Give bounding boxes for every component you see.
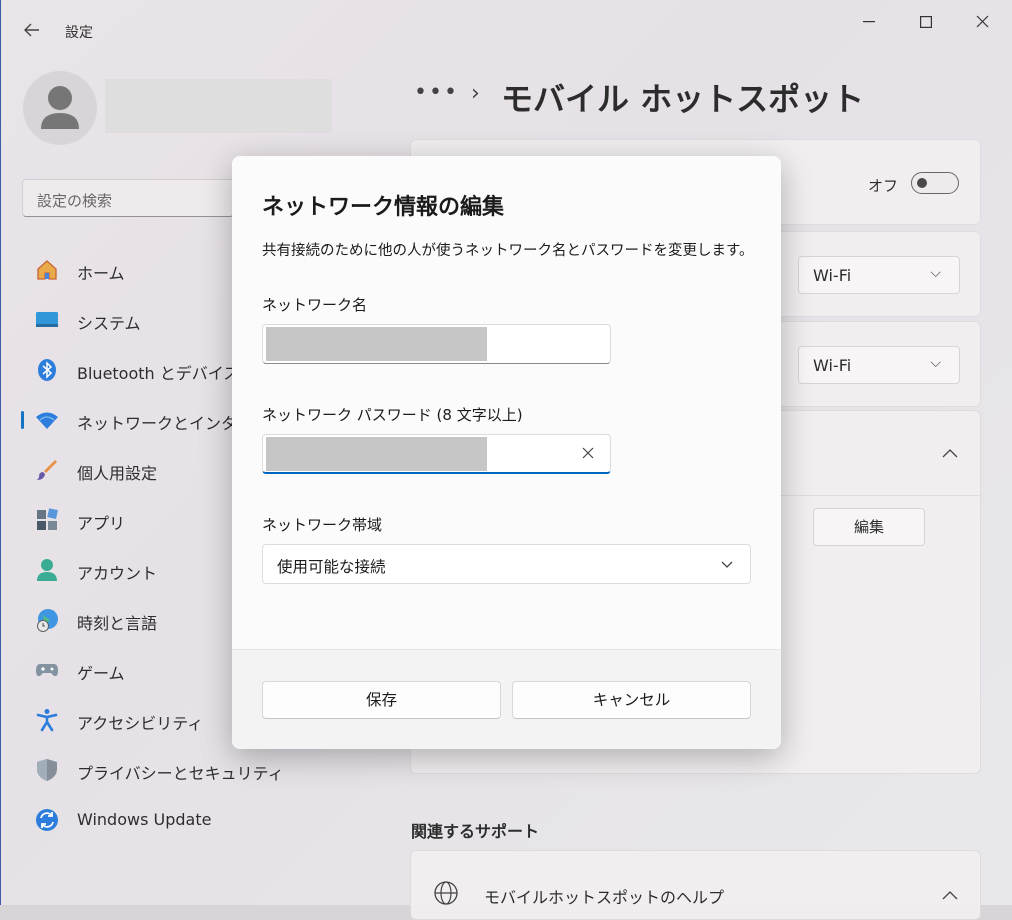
network-password-input[interactable]	[262, 434, 611, 474]
network-band-select[interactable]: 使用可能な接続	[262, 544, 751, 584]
edit-network-dialog: ネットワーク情報の編集 共有接続のために他の人が使うネットワーク名とパスワードを…	[232, 156, 781, 749]
network-name-label: ネットワーク名	[262, 296, 368, 314]
network-band-label: ネットワーク帯域	[262, 516, 383, 534]
cancel-button[interactable]: キャンセル	[512, 681, 751, 719]
select-value: 使用可能な接続	[277, 558, 386, 576]
redacted-value	[266, 437, 487, 471]
network-name-input[interactable]	[262, 324, 611, 364]
dialog-title: ネットワーク情報の編集	[262, 195, 505, 220]
dialog-description: 共有接続のために他の人が使うネットワーク名とパスワードを変更します。	[262, 243, 754, 259]
dialog-footer: 保存 キャンセル	[232, 649, 781, 749]
save-button[interactable]: 保存	[262, 681, 501, 719]
chevron-down-icon	[721, 561, 733, 568]
clear-icon[interactable]	[580, 445, 596, 461]
network-password-label: ネットワーク パスワード (8 文字以上)	[262, 406, 523, 424]
redacted-value	[266, 327, 487, 361]
